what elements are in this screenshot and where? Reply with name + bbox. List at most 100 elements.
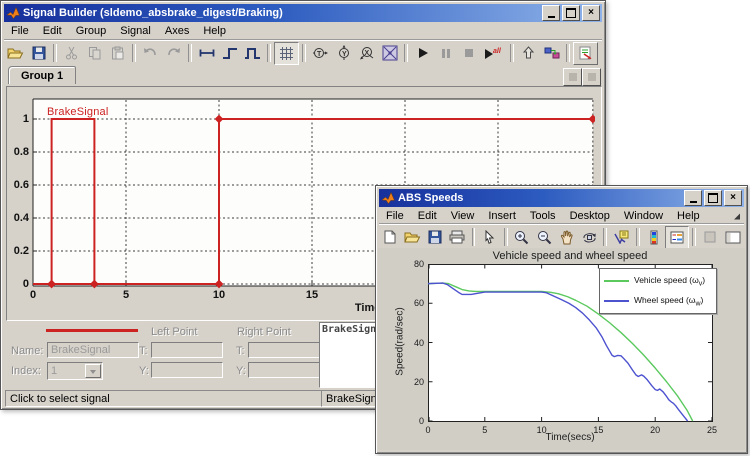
hide-plot-tools-icon[interactable] — [699, 227, 721, 248]
x-tick-label: 0 — [416, 425, 440, 435]
snap-grid-icon[interactable] — [274, 42, 299, 65]
menu-edit[interactable]: Edit — [36, 23, 69, 39]
pan-hand-icon[interactable] — [556, 227, 578, 248]
copy-icon[interactable] — [83, 43, 106, 64]
menu-help[interactable]: Help — [670, 208, 707, 224]
tab-scroll-left-icon[interactable] — [563, 68, 582, 86]
signal-builder-menubar: File Edit Group Signal Axes Help — [4, 22, 602, 40]
maximize-icon[interactable] — [704, 190, 722, 206]
svg-text:X: X — [364, 50, 369, 57]
rotate-3d-icon[interactable] — [578, 227, 600, 248]
svg-text:all: all — [493, 48, 502, 55]
menu-help[interactable]: Help — [196, 23, 233, 39]
tab-scroll-right-icon[interactable] — [582, 68, 601, 86]
zoom-in-icon[interactable] — [511, 227, 533, 248]
menu-desktop[interactable]: Desktop — [563, 208, 617, 224]
desktop: Signal Builder (sldemo_absbrake_digest/B… — [0, 0, 750, 456]
save-icon[interactable] — [424, 227, 446, 248]
x-tick-label: 10 — [204, 289, 234, 301]
index-label: Index: — [11, 365, 41, 377]
up-to-parent-icon[interactable] — [517, 43, 540, 64]
abs-speeds-toolbar — [379, 224, 744, 249]
print-icon[interactable] — [446, 227, 468, 248]
menu-edit[interactable]: Edit — [411, 208, 444, 224]
menu-file[interactable]: File — [379, 208, 411, 224]
data-cursor-icon[interactable] — [610, 227, 632, 248]
signal-builder-titlebar[interactable]: Signal Builder (sldemo_absbrake_digest/B… — [4, 4, 602, 22]
right-t-label: T: — [236, 345, 245, 357]
new-figure-icon[interactable] — [379, 227, 401, 248]
left-t-label: T: — [139, 345, 148, 357]
run-all-icon[interactable]: all — [480, 43, 507, 64]
x-axis-label: Time(secs) — [510, 432, 630, 443]
right-t-field[interactable] — [248, 342, 320, 358]
selected-signal-line-sample — [46, 329, 138, 332]
paste-icon[interactable] — [106, 43, 129, 64]
close-icon[interactable]: × — [724, 190, 742, 206]
zoom-time-icon[interactable]: T — [309, 43, 332, 64]
open-icon[interactable] — [4, 43, 27, 64]
left-y-label: Y: — [139, 365, 149, 377]
show-plot-tools-icon[interactable] — [722, 227, 744, 248]
y-tick-label: 0.4 — [6, 212, 29, 224]
insert-legend-icon[interactable] — [665, 226, 689, 249]
x-tick-label: 5 — [473, 425, 497, 435]
y-tick-label: 0 — [6, 278, 29, 290]
legend-entry-wheel-speed: Wheel speed (ωw) — [604, 293, 712, 310]
minimize-icon[interactable] — [542, 5, 560, 21]
cut-icon[interactable] — [60, 43, 83, 64]
export-signal-icon[interactable] — [573, 42, 598, 65]
stop-simulation-icon[interactable] — [457, 43, 480, 64]
menu-tools[interactable]: Tools — [523, 208, 563, 224]
menu-file[interactable]: File — [4, 23, 36, 39]
insert-colorbar-icon[interactable] — [643, 227, 665, 248]
left-t-field[interactable] — [151, 342, 223, 358]
zoom-out-icon[interactable] — [533, 227, 555, 248]
menu-axes[interactable]: Axes — [158, 23, 196, 39]
signal-builder-toolbar: T Y X all — [4, 40, 602, 65]
y-tick-label: 0.6 — [6, 179, 29, 191]
signal-label-annotation[interactable]: BrakeSignal — [47, 106, 109, 118]
undo-icon[interactable] — [139, 43, 162, 64]
x-tick-label: 25 — [700, 425, 724, 435]
left-y-field[interactable] — [151, 362, 223, 378]
svg-text:Y: Y — [342, 51, 347, 58]
menu-signal[interactable]: Signal — [113, 23, 158, 39]
chevron-down-icon[interactable] — [85, 364, 101, 378]
minimize-icon[interactable] — [684, 190, 702, 206]
window-title: ABS Speeds — [398, 192, 463, 204]
open-icon[interactable] — [401, 227, 423, 248]
abs-speeds-window: ABS Speeds × File Edit View Insert Tools… — [375, 185, 748, 454]
menu-overflow-icon[interactable] — [733, 213, 740, 220]
simulink-model-icon[interactable] — [540, 43, 563, 64]
y-tick-label: 0.2 — [6, 245, 29, 257]
wheel-speed-line-sample — [604, 300, 629, 302]
edit-plot-icon[interactable] — [478, 227, 500, 248]
menu-insert[interactable]: Insert — [481, 208, 523, 224]
redo-icon[interactable] — [162, 43, 185, 64]
fit-to-view-icon[interactable] — [378, 43, 401, 64]
menu-window[interactable]: Window — [617, 208, 670, 224]
start-simulation-icon[interactable] — [411, 43, 434, 64]
x-tick-label: 20 — [643, 425, 667, 435]
index-dropdown[interactable]: 1 — [47, 362, 103, 380]
zoom-xy-icon[interactable]: X — [355, 43, 378, 64]
name-field[interactable]: BrakeSignal — [47, 342, 139, 358]
menu-view[interactable]: View — [444, 208, 482, 224]
save-icon[interactable] — [27, 43, 50, 64]
maximize-icon[interactable] — [562, 5, 580, 21]
constant-line-icon[interactable] — [195, 43, 218, 64]
close-icon[interactable]: × — [582, 5, 600, 21]
right-y-field[interactable] — [248, 362, 320, 378]
abs-speeds-titlebar[interactable]: ABS Speeds × — [379, 189, 744, 207]
left-point-label: Left Point — [151, 326, 197, 338]
plot-title: Vehicle speed and wheel speed — [450, 250, 690, 262]
y-axis-label: Speed(rad/sec) — [395, 267, 406, 417]
plot-legend[interactable]: Vehicle speed (ωv) Wheel speed (ωw) — [599, 268, 717, 314]
step-signal-icon[interactable] — [218, 43, 241, 64]
tab-group-1[interactable]: Group 1 — [8, 66, 76, 84]
pause-simulation-icon[interactable] — [434, 43, 457, 64]
pulse-signal-icon[interactable] — [241, 43, 264, 64]
menu-group[interactable]: Group — [69, 23, 114, 39]
zoom-y-icon[interactable]: Y — [332, 43, 355, 64]
